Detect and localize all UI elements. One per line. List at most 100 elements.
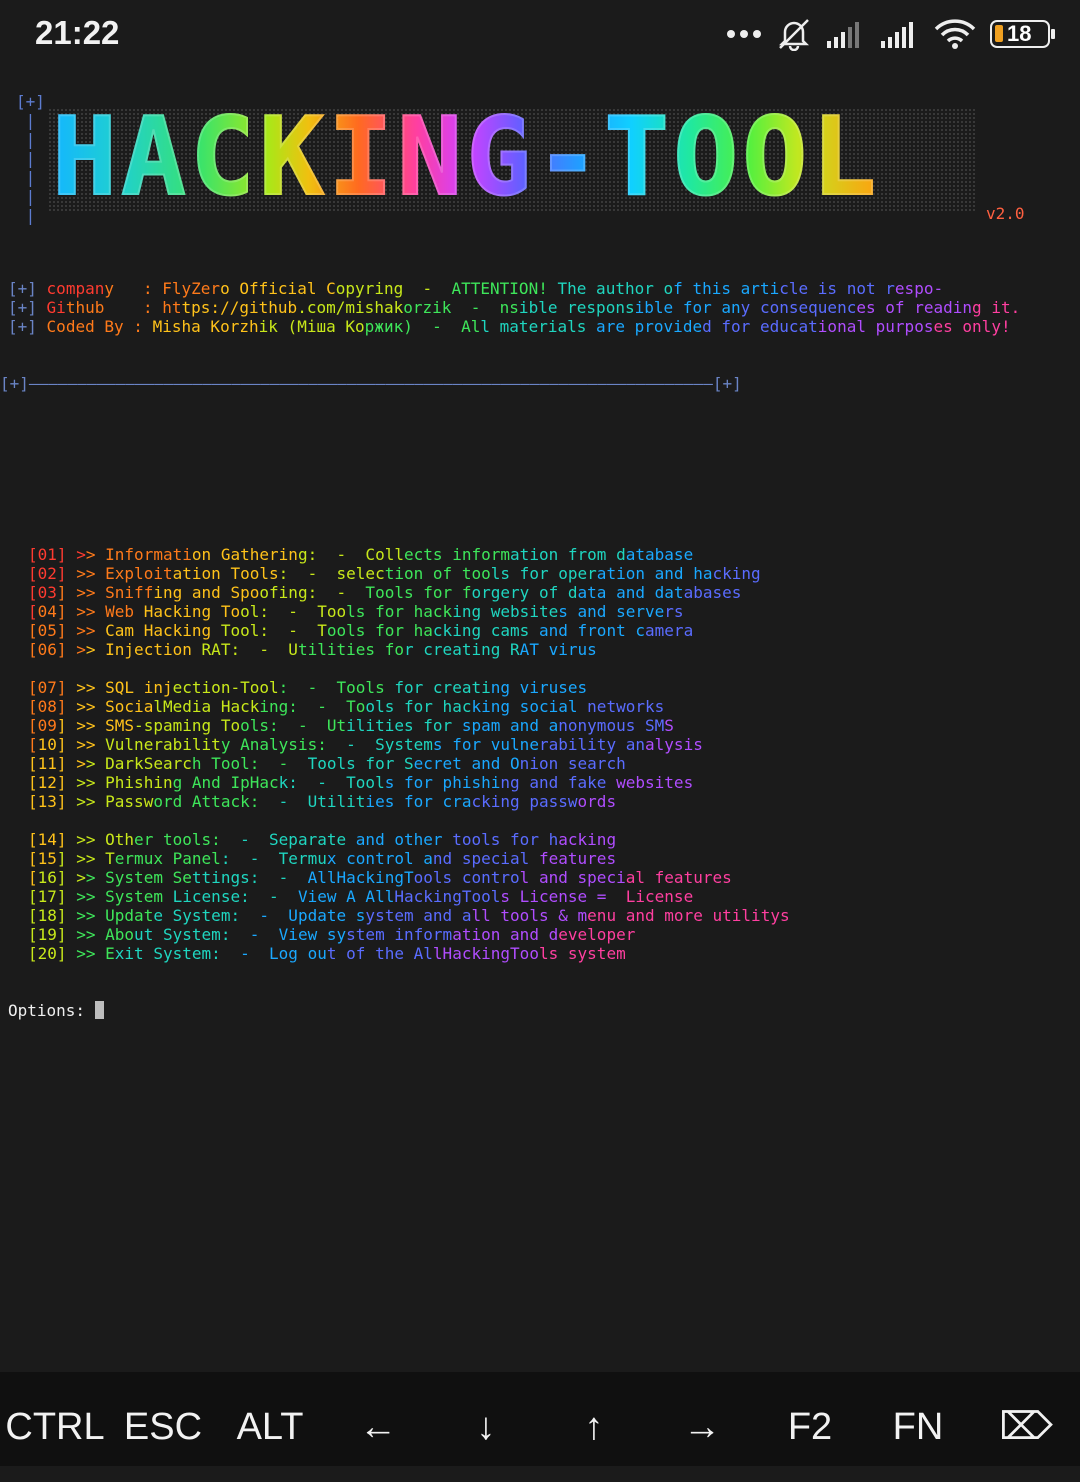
menu-item-number: [14] <box>28 830 67 849</box>
clock: 21:22 <box>35 14 120 51</box>
menu-item-text: >> SocialMedia Hacking: - Tools for hack… <box>76 697 665 716</box>
more-dots-icon <box>727 30 761 38</box>
menu-item: [13] >> Password Attack: - Utilities for… <box>28 792 1080 811</box>
f2-key[interactable]: F2 <box>756 1372 864 1466</box>
signal-1-icon <box>827 22 859 48</box>
cursor <box>94 1001 104 1019</box>
menu-item-number: [04] <box>28 602 67 621</box>
menu-item-number: [05] <box>28 621 67 640</box>
menu-item-text: >> Vulnerability Analysis: - Systems for… <box>76 735 703 754</box>
info-text: Coded By : Misha Korzhik (Міша Коржик) -… <box>46 317 1011 336</box>
menu-item-number: [12] <box>28 773 67 792</box>
menu-item-text: >> Phishing And IpHack: - Tools for phis… <box>76 773 694 792</box>
wifi-icon <box>934 19 976 49</box>
info-line: [+] Coded By : Misha Korzhik (Міша Коржи… <box>8 317 1080 336</box>
menu-item: [14] >> Other tools: - Separate and othe… <box>28 830 1080 849</box>
menu-item-text: >> Update System: - Update system and al… <box>76 906 790 925</box>
menu-item: [08] >> SocialMedia Hacking: - Tools for… <box>28 697 1080 716</box>
up-arrow-key[interactable]: ↑ <box>540 1372 648 1466</box>
info-line: [+] company : FlyZero Official Copyring … <box>8 279 1080 298</box>
menu-item-text: >> DarkSearch Tool: - Tools for Secret a… <box>76 754 626 773</box>
menu-item-number: [02] <box>28 564 67 583</box>
fn-key[interactable]: FN <box>864 1372 972 1466</box>
menu-item: [03] >> Sniffing and Spoofing: - Tools f… <box>28 583 1080 602</box>
signal-2-icon <box>881 22 913 48</box>
info-block: [+] company : FlyZero Official Copyring … <box>0 279 1080 336</box>
menu-item-text: >> Information Gathering: - Collects inf… <box>76 545 694 564</box>
info-prefix: [+] <box>8 317 47 336</box>
menu-item-text: >> Other tools: - Separate and other too… <box>76 830 617 849</box>
menu-item: [04] >> Web Hacking Tool: - Tools for ha… <box>28 602 1080 621</box>
delete-key[interactable]: ⌦ <box>972 1372 1080 1466</box>
menu-item-number: [18] <box>28 906 67 925</box>
menu-item-number: [19] <box>28 925 67 944</box>
menu-item: [07] >> SQL injection-Tool: - Tools for … <box>28 678 1080 697</box>
menu-item-text: >> System Settings: - AllHackingTools co… <box>76 868 732 887</box>
menu-item: [06] >> Injection RAT: - Utilities for c… <box>28 640 1080 659</box>
menu-item-number: [03] <box>28 583 67 602</box>
menu-item-text: >> Injection RAT: - Utilities for creati… <box>76 640 597 659</box>
battery-level: 18 <box>1007 21 1032 46</box>
terminal-output[interactable]: [+] company : FlyZero Official Copyring … <box>0 241 1080 1039</box>
menu-item: [11] >> DarkSearch Tool: - Tools for Sec… <box>28 754 1080 773</box>
left-arrow-key[interactable]: ← <box>324 1372 432 1466</box>
banner-vertical-bar: [+] | | | | | | <box>16 92 45 225</box>
menu-item: [02] >> Exploitation Tools: - selection … <box>28 564 1080 583</box>
info-text: Github : https://github.com/mishakorzik … <box>46 298 1021 317</box>
menu-item-number: [17] <box>28 887 67 906</box>
menu-item-number: [16] <box>28 868 67 887</box>
menu-item: [05] >> Cam Hacking Tool: - Tools for ha… <box>28 621 1080 640</box>
logo-text: HACKING-TOOL <box>51 95 881 220</box>
down-arrow-key[interactable]: ↓ <box>432 1372 540 1466</box>
menu-item: [17] >> System License: - View A AllHack… <box>28 887 1080 906</box>
menu-item-number: [13] <box>28 792 67 811</box>
menu-item-number: [15] <box>28 849 67 868</box>
alt-key[interactable]: ALT <box>216 1372 324 1466</box>
menu-item-text: >> Sniffing and Spoofing: - Tools for fo… <box>76 583 742 602</box>
menu-item-text: >> Termux Panel: - Termux control and sp… <box>76 849 617 868</box>
info-text: company : FlyZero Official Copyring - AT… <box>46 279 944 298</box>
menu-item-number: [10] <box>28 735 67 754</box>
version-label: v2.0 <box>986 204 1025 223</box>
ctrl-key[interactable]: CTRL <box>1 1372 109 1466</box>
menu-item-text: >> Exit System: - Log out of the AllHack… <box>76 944 626 963</box>
menu-item-text: >> Password Attack: - Utilities for crac… <box>76 792 617 811</box>
menu-item-text: >> System License: - View A AllHackingTo… <box>76 887 694 906</box>
banner: [+] | | | | | | HACKING-TOOL v2.0 <box>8 92 1068 225</box>
esc-key[interactable]: ESC <box>109 1372 217 1466</box>
menu-item: [16] >> System Settings: - AllHackingToo… <box>28 868 1080 887</box>
menu-item-number: [08] <box>28 697 67 716</box>
menu-item-number: [06] <box>28 640 67 659</box>
menu-item-text: >> About System: - View system informati… <box>76 925 636 944</box>
menu-item-number: [01] <box>28 545 67 564</box>
status-icons: 18 <box>726 16 1055 52</box>
menu-item-number: [20] <box>28 944 67 963</box>
menu-item: [09] >> SMS-spaming Tools: - Utilities f… <box>28 716 1080 735</box>
info-prefix: [+] <box>8 279 47 298</box>
menu-item-text: >> Exploitation Tools: - selection of to… <box>76 564 761 583</box>
info-prefix: [+] <box>8 298 47 317</box>
menu-item-number: [11] <box>28 754 67 773</box>
banner-divider: [+]—————————————————————————————————————… <box>0 374 742 393</box>
menu-item-text: >> SMS-spaming Tools: - Utilities for sp… <box>76 716 674 735</box>
options-label: Options: <box>8 1001 95 1020</box>
menu-item: [12] >> Phishing And IpHack: - Tools for… <box>28 773 1080 792</box>
menu-item-text: >> Web Hacking Tool: - Tools for hacking… <box>76 602 684 621</box>
battery-icon: 18 <box>990 20 1055 48</box>
status-bar: 21:22 18 <box>0 0 1080 70</box>
main-menu: [01] >> Information Gathering: - Collect… <box>0 545 1080 963</box>
menu-item-number: [09] <box>28 716 67 735</box>
bell-off-icon <box>778 19 810 51</box>
menu-item: [18] >> Update System: - Update system a… <box>28 906 1080 925</box>
options-prompt[interactable]: Options: <box>8 1001 1080 1020</box>
menu-item-text: >> SQL injection-Tool: - Tools for creat… <box>76 678 588 697</box>
extra-keys-bar: CTRL ESC ALT ← ↓ ↑ → F2 FN ⌦ <box>0 1372 1080 1466</box>
menu-item-text: >> Cam Hacking Tool: - Tools for hacking… <box>76 621 694 640</box>
right-arrow-key[interactable]: → <box>648 1372 756 1466</box>
info-line: [+] Github : https://github.com/mishakor… <box>8 298 1080 317</box>
menu-item-number: [07] <box>28 678 67 697</box>
menu-item: [20] >> Exit System: - Log out of the Al… <box>28 944 1080 963</box>
menu-item: [01] >> Information Gathering: - Collect… <box>28 545 1080 564</box>
menu-item: [19] >> About System: - View system info… <box>28 925 1080 944</box>
menu-item: [10] >> Vulnerability Analysis: - System… <box>28 735 1080 754</box>
